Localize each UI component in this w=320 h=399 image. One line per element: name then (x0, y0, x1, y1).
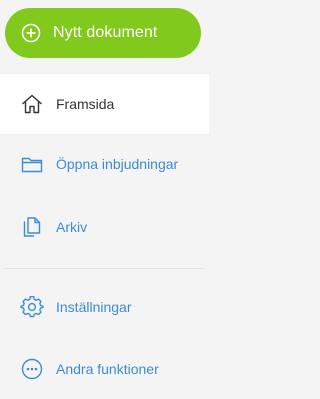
home-icon (20, 92, 44, 116)
new-document-label: Nytt dokument (53, 24, 158, 41)
more-options-icon (20, 357, 44, 381)
gear-icon (20, 295, 44, 319)
divider (5, 268, 204, 269)
archive-icon (20, 215, 44, 239)
sidebar-item-framsida[interactable]: Framsida (0, 74, 209, 134)
sidebar-item-label: Arkiv (56, 219, 88, 235)
sidebar-item-label: Framsida (56, 96, 115, 112)
sidebar-item-label: Inställningar (56, 299, 132, 315)
sidebar-item-archive[interactable]: Arkiv (0, 197, 209, 257)
sidebar-header: Nytt dokument (0, 0, 209, 74)
sidebar-item-open-invitations[interactable]: Öppna inbjudningar (0, 134, 209, 194)
plus-circle-icon (21, 23, 41, 43)
sidebar-item-settings[interactable]: Inställningar (0, 277, 209, 337)
sidebar-item-label: Andra funktioner (56, 361, 159, 377)
folder-icon (20, 152, 44, 176)
new-document-button[interactable]: Nytt dokument (5, 8, 201, 58)
sidebar-item-other-functions[interactable]: Andra funktioner (0, 339, 209, 399)
sidebar-item-label: Öppna inbjudningar (56, 156, 179, 172)
